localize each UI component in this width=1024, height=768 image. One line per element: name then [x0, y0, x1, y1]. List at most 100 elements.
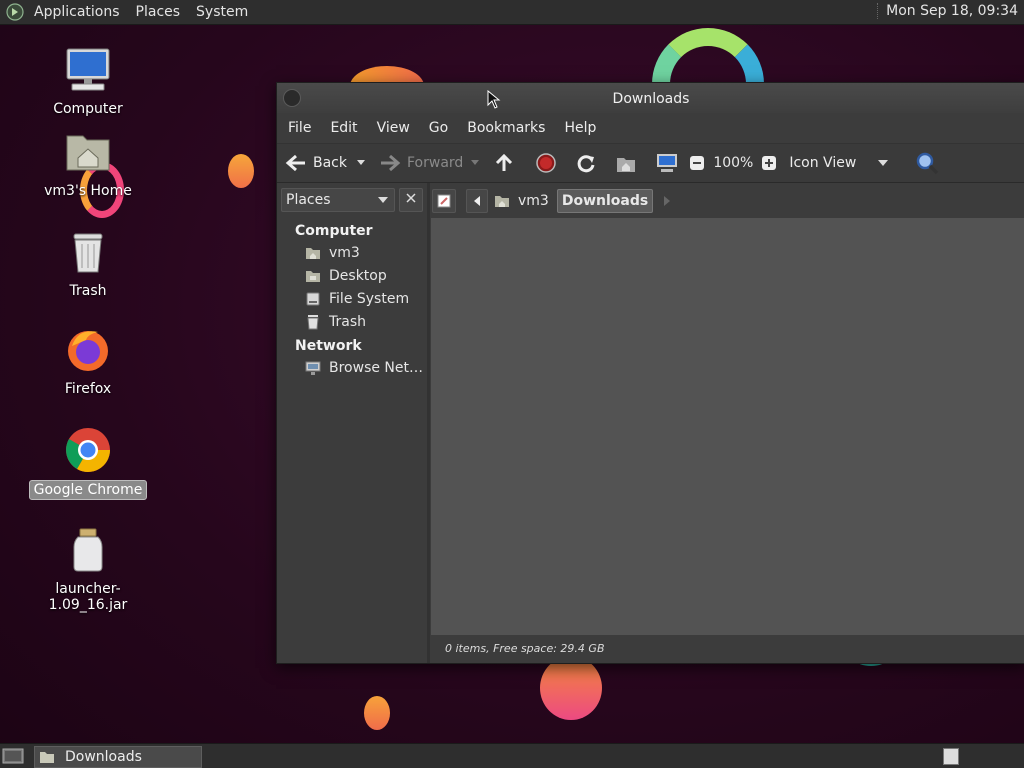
menu-file[interactable]: File — [277, 120, 319, 136]
toggle-location-entry-button[interactable] — [432, 189, 456, 213]
sidebar-heading-network: Network — [295, 338, 362, 354]
jar-icon — [73, 528, 103, 572]
sidebar-item-label: Trash — [329, 314, 366, 330]
sidebar-item-vm3[interactable]: vm3 — [305, 245, 360, 261]
sidebar-item-browse-network[interactable]: Browse Net… — [305, 360, 423, 376]
desktop-icon-label: Computer — [53, 101, 123, 117]
workspace-switcher[interactable] — [943, 748, 959, 765]
mouse-cursor-icon — [487, 90, 501, 109]
wallpaper-blob-bottom — [540, 656, 602, 720]
back-button[interactable]: Back — [285, 153, 347, 173]
stop-icon[interactable] — [535, 152, 557, 174]
up-arrow-icon[interactable] — [493, 152, 515, 174]
sidebar-item-label: Desktop — [329, 268, 387, 284]
distro-logo-icon[interactable] — [6, 3, 24, 21]
desktop-icon-launcher-jar[interactable]: launcher-1.09_16.jar — [23, 526, 153, 614]
window-title: Downloads — [612, 91, 690, 107]
desktop-icon-label: Trash — [69, 283, 107, 299]
menu-edit[interactable]: Edit — [319, 120, 365, 136]
chevron-down-icon — [378, 197, 389, 203]
trash-icon — [73, 233, 103, 273]
toolbar: Back Forward 100% Icon View — [277, 143, 1024, 183]
sidebar-type-select[interactable]: Places — [281, 188, 396, 212]
top-panel: Applications Places System Mon Sep 18, 0… — [0, 0, 1024, 25]
sidebar-header: Places — [281, 188, 423, 212]
breadcrumb-downloads[interactable]: Downloads — [556, 189, 654, 213]
menu-bookmarks[interactable]: Bookmarks — [456, 120, 553, 136]
show-desktop-icon[interactable] — [2, 747, 24, 765]
computer-icon[interactable] — [655, 152, 679, 174]
chevron-down-icon — [878, 160, 889, 166]
desktop-icon-label: launcher-1.09_16.jar — [48, 581, 128, 613]
taskbar-window-label: Downloads — [65, 749, 142, 765]
zoom-out-icon[interactable] — [689, 155, 705, 171]
back-label: Back — [313, 155, 347, 171]
desktop-icon-label: Firefox — [64, 381, 112, 397]
sidebar-item-desktop[interactable]: Desktop — [305, 268, 387, 284]
places-menu[interactable]: Places — [128, 4, 189, 20]
system-menu[interactable]: System — [188, 4, 256, 20]
chrome-icon — [66, 428, 110, 472]
sidebar-item-file-system[interactable]: File System — [305, 291, 409, 307]
sidebar-item-label: Browse Net… — [329, 360, 424, 376]
status-bar: 0 items, Free space: 29.4 GB — [431, 635, 1024, 663]
menu-help[interactable]: Help — [553, 120, 604, 136]
file-view-area[interactable] — [431, 218, 1024, 635]
file-manager-window: Downloads File Edit View Go Bookmarks He… — [276, 82, 1024, 664]
zoom-level: 100% — [713, 155, 754, 171]
close-icon — [406, 193, 416, 203]
sidebar-item-label: vm3 — [329, 245, 360, 261]
view-mode-select[interactable]: Icon View — [789, 155, 895, 171]
sidebar-item-trash[interactable]: Trash — [305, 314, 366, 330]
view-mode-label: Icon View — [789, 155, 857, 171]
clock[interactable]: Mon Sep 18, 09:34 — [877, 3, 1018, 19]
menu-view[interactable]: View — [366, 120, 418, 136]
trash-icon — [307, 315, 319, 330]
desktop-icon-firefox[interactable]: Firefox — [23, 326, 153, 398]
breadcrumb-label: vm3 — [518, 193, 549, 209]
forward-button[interactable]: Forward — [379, 153, 463, 173]
applications-menu[interactable]: Applications — [26, 4, 128, 20]
reload-icon[interactable] — [575, 152, 597, 174]
edit-location-icon — [437, 194, 451, 208]
home-icon[interactable] — [615, 152, 637, 174]
home-folder-icon — [66, 135, 110, 171]
wallpaper-blob-left — [228, 154, 254, 188]
home-folder-icon — [306, 248, 320, 259]
chevron-right-icon[interactable] — [661, 195, 673, 207]
desktop-icon-chrome[interactable]: Google Chrome — [23, 426, 153, 500]
path-bar: vm3 Downloads — [432, 189, 673, 213]
desktop-icon-label: Google Chrome — [28, 480, 148, 500]
menubar: File Edit View Go Bookmarks Help — [277, 113, 1024, 143]
wallpaper-blob-bottom-small — [364, 696, 390, 730]
network-icon — [305, 361, 321, 375]
bottom-panel: Downloads — [0, 743, 1024, 768]
folder-icon — [40, 752, 54, 763]
home-folder-icon — [495, 196, 509, 207]
breadcrumb-vm3[interactable]: vm3 — [494, 190, 549, 212]
back-history-dropdown-icon[interactable] — [349, 156, 373, 170]
desktop-icon-label: vm3's Home — [44, 183, 132, 199]
zoom-in-icon[interactable] — [761, 155, 777, 171]
desktop-icon-home[interactable]: vm3's Home — [23, 128, 153, 200]
path-scroll-left-button[interactable] — [466, 189, 488, 213]
window-titlebar[interactable]: Downloads — [277, 83, 1024, 113]
menu-go[interactable]: Go — [418, 120, 456, 136]
desktop-folder-icon — [306, 271, 320, 282]
desktop-icon-computer[interactable]: Computer — [23, 46, 153, 118]
sidebar: Places Computer vm3 Desktop File System … — [277, 183, 430, 663]
forward-history-dropdown-icon[interactable] — [463, 156, 487, 170]
forward-label: Forward — [407, 155, 464, 171]
sidebar-heading-computer: Computer — [295, 223, 373, 239]
back-arrow-icon — [285, 154, 305, 172]
sidebar-type-label: Places — [286, 192, 331, 208]
sidebar-item-label: File System — [329, 291, 410, 307]
forward-arrow-icon — [381, 154, 401, 172]
chevron-left-icon — [474, 196, 480, 206]
search-icon[interactable] — [915, 151, 939, 175]
taskbar-window-downloads[interactable]: Downloads — [34, 746, 202, 768]
drive-icon — [306, 292, 320, 306]
computer-icon — [66, 48, 110, 91]
desktop-icon-trash[interactable]: Trash — [23, 228, 153, 300]
sidebar-close-button[interactable] — [399, 188, 423, 212]
